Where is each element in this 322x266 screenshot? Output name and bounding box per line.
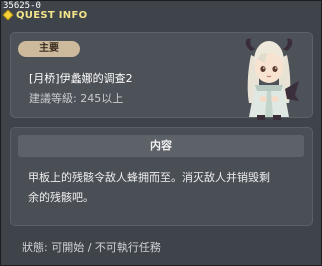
quest-description-line: 甲板上的残骸令敌人蜂拥而至。消灭敌人并销毁剩 xyxy=(28,171,270,184)
quest-description: 甲板上的残骸令敌人蜂拥而至。消灭敌人并销毁剩 余的残骸吧。 xyxy=(28,168,298,208)
npc-portrait-icon xyxy=(245,38,299,120)
quest-status: 狀態: 可開始 / 不可執行任務 xyxy=(22,241,161,254)
quest-level-requirement: 建議等級: 245以上 xyxy=(29,92,124,105)
quest-name: [月桥]伊蠡娜的调查2 xyxy=(29,72,133,85)
content-section-header: 内容 xyxy=(18,135,304,157)
quest-type-badge: 主要 xyxy=(18,41,80,57)
window-title: QUEST INFO xyxy=(16,10,88,21)
quest-info-window: 35625-0 QUEST INFO 主要 [月桥]伊蠡娜的调查2 建議等級: … xyxy=(0,0,322,266)
quest-diamond-icon xyxy=(2,9,14,21)
title-bar[interactable]: QUEST INFO xyxy=(1,9,322,23)
quest-description-line: 余的残骸吧。 xyxy=(28,191,94,204)
